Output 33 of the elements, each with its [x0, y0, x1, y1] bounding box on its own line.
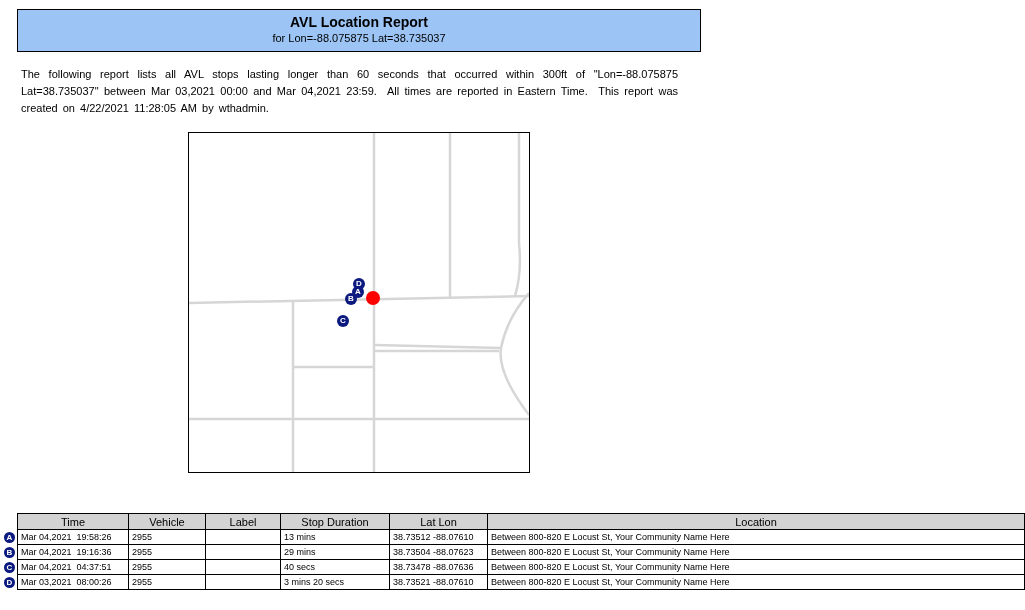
table-cell: Between 800-820 E Locust St, Your Community Name Here: [491, 532, 730, 542]
table-cell: 3 mins 20 secs: [284, 577, 345, 587]
table-cell: 29 mins: [284, 547, 316, 557]
report-description: The following report lists all AVL stops lasting longer than 60 seconds that occurred within 300ft of "Lon=-88.075875 Lat=38.735037" between Mar 03,2021 00:00 and Mar 04,2021 23:59. All times are reported in Eastern Time. This report was created on 4/22/2021 11:28:05 AM by wthadmin.: [21, 67, 678, 116]
row-marker: D: [4, 576, 15, 588]
table-cell: Mar 04,2021 19:16:36: [21, 547, 112, 557]
column-header: Time: [17, 513, 129, 530]
table-cell: 38.73478 -88.07636: [393, 562, 474, 572]
row-marker: A: [4, 531, 15, 543]
table-cell: 40 secs: [284, 562, 316, 572]
report-subtitle: for Lon=-88.075875 Lat=38.735037: [271, 32, 447, 44]
table-cell: 2955: [132, 562, 153, 572]
column-header: Location: [487, 513, 1025, 530]
column-header: Lat Lon: [389, 513, 488, 530]
table-cell: 38.73504 -88.07623: [393, 547, 474, 557]
column-header: Label: [205, 513, 281, 530]
table-cell: 13 mins: [284, 532, 316, 542]
table-cell: 2955: [132, 577, 153, 587]
table-cell: Mar 03,2021 08:00:26: [21, 577, 112, 587]
table-cell: 38.73521 -88.07610: [393, 577, 474, 587]
table-cell: Between 800-820 E Locust St, Your Community Name Here: [491, 577, 730, 587]
table-cell: Mar 04,2021 19:58:26: [21, 532, 112, 542]
table-cell: Between 800-820 E Locust St, Your Community Name Here: [491, 547, 730, 557]
row-marker: C: [4, 561, 15, 573]
table-cell: Mar 04,2021 04:37:51: [21, 562, 112, 572]
report-title: AVL Location Report: [289, 14, 429, 30]
row-marker: B: [4, 546, 15, 558]
table-cell: 2955: [132, 547, 153, 557]
table-cell: 2955: [132, 532, 153, 542]
table-cell: Between 800-820 E Locust St, Your Community Name Here: [491, 562, 730, 572]
table-cell: 38.73512 -88.07610: [393, 532, 474, 542]
column-header: Vehicle: [128, 513, 206, 530]
column-header: Stop Duration: [280, 513, 390, 530]
